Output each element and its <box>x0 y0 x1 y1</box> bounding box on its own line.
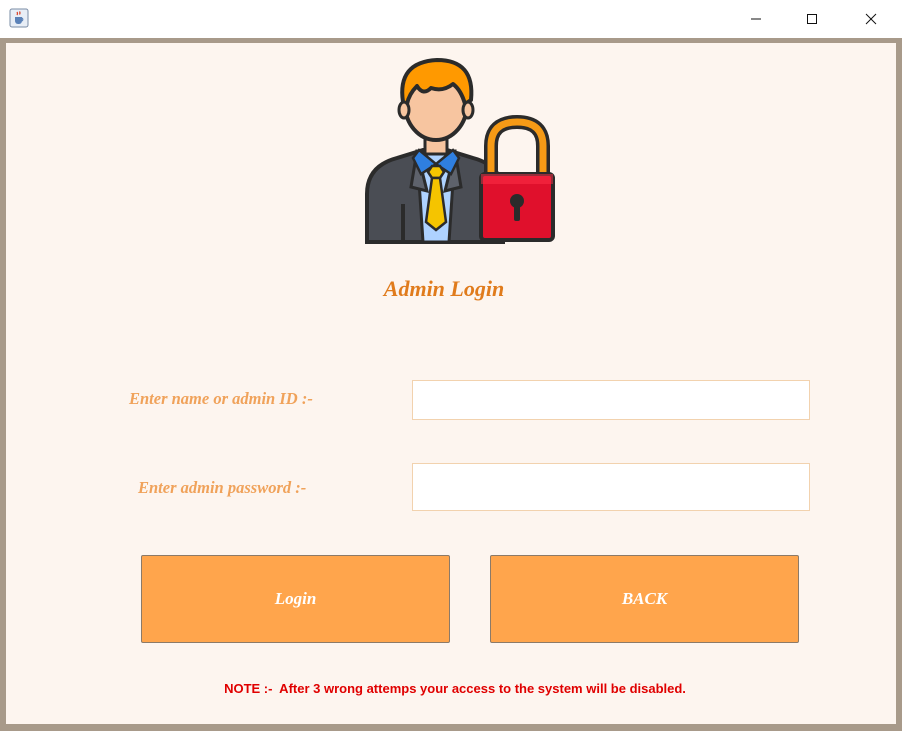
close-button[interactable] <box>842 0 900 38</box>
page-title: Admin Login <box>383 276 505 301</box>
admin-password-input[interactable] <box>412 463 810 511</box>
warning-note: NOTE :- After 3 wrong attemps your acces… <box>224 681 686 696</box>
title-bar <box>0 0 902 38</box>
admin-id-input[interactable] <box>412 380 810 420</box>
java-cup-icon <box>9 8 29 28</box>
minimize-button[interactable] <box>727 0 785 38</box>
login-panel: Admin Login Enter name or admin ID :- En… <box>6 43 896 724</box>
admin-password-label: Enter admin password :- <box>138 478 307 497</box>
admin-with-padlock-icon <box>365 58 555 244</box>
maximize-button[interactable] <box>783 0 841 38</box>
close-icon <box>865 13 877 25</box>
minimize-icon <box>751 18 761 20</box>
back-button[interactable]: BACK <box>490 555 799 643</box>
maximize-icon <box>807 14 817 24</box>
login-window: Admin Login Enter name or admin ID :- En… <box>0 0 902 731</box>
admin-id-label: Enter name or admin ID :- <box>129 389 313 408</box>
login-button[interactable]: Login <box>141 555 450 643</box>
